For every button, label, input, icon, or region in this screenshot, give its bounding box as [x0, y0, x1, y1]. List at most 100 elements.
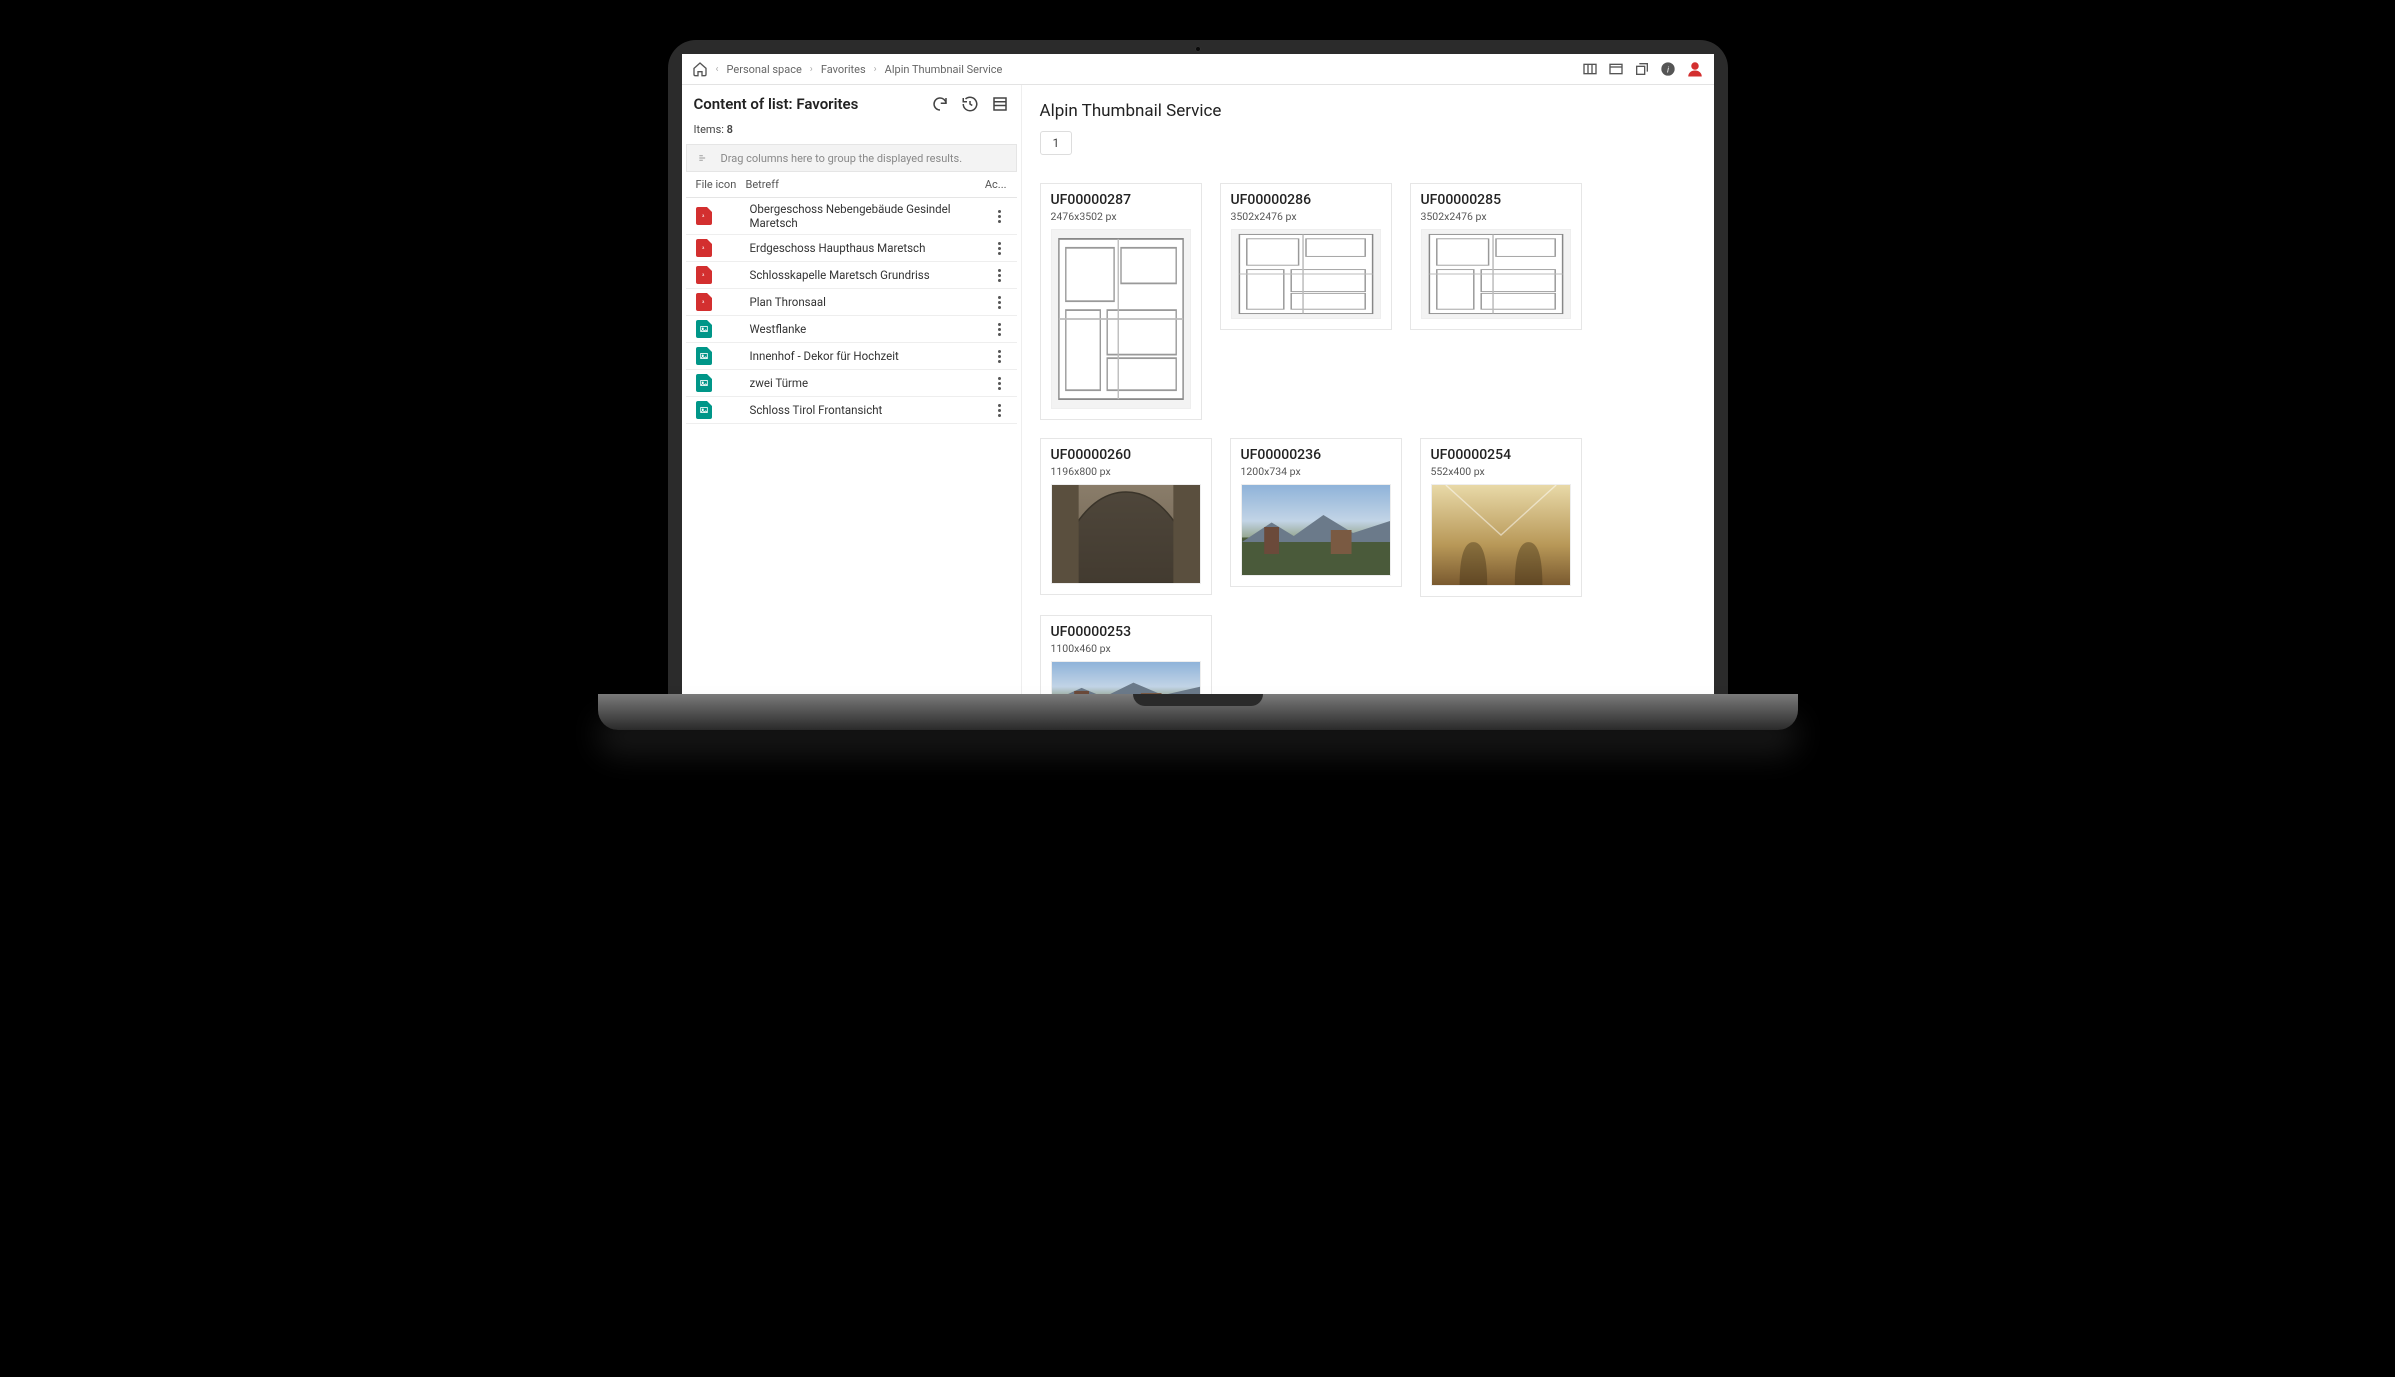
thumbnail-image [1051, 484, 1201, 584]
table-row[interactable]: Schloss Tirol Frontansicht [686, 397, 1017, 424]
group-by-bar[interactable]: Drag columns here to group the displayed… [686, 144, 1017, 172]
main-split: Content of list: Favorites Items: 8 Drag… [682, 85, 1714, 694]
refresh-icon[interactable] [931, 95, 949, 113]
row-actions-icon[interactable] [993, 269, 1007, 282]
history-icon[interactable] [961, 95, 979, 113]
card-dimensions: 3502x2476 px [1231, 210, 1381, 223]
row-name: Westflanke [746, 322, 973, 336]
table-header: File icon Betreff Ac... [686, 172, 1017, 198]
table-row[interactable]: λ Plan Thronsaal [686, 289, 1017, 316]
thumbnail-image [1421, 229, 1571, 319]
row-actions-icon[interactable] [993, 242, 1007, 255]
list-title: Content of list: Favorites [694, 95, 859, 113]
card-dimensions: 552x400 px [1431, 465, 1571, 478]
thumbnail-image [1241, 484, 1391, 576]
svg-text:λ: λ [702, 273, 704, 277]
content-pane: Alpin Thumbnail Service 1 UF00000287 2476… [1022, 85, 1714, 694]
row-name: zwei Türme [746, 376, 973, 390]
row-name: Erdgeschoss Haupthaus Maretsch [746, 241, 973, 255]
card-id: UF00000253 [1051, 624, 1201, 640]
table-row[interactable]: zwei Türme [686, 370, 1017, 397]
col-file-icon[interactable]: File icon [696, 178, 746, 191]
thumbnail-card[interactable]: UF00000260 1196x800 px [1040, 438, 1212, 595]
group-hint-text: Drag columns here to group the displayed… [721, 152, 963, 165]
col-subject[interactable]: Betreff [746, 178, 973, 191]
row-actions-icon[interactable] [993, 210, 1007, 223]
pdf-file-icon: λ [696, 266, 712, 284]
sidebar-tools [931, 95, 1009, 113]
pdf-file-icon: λ [696, 293, 712, 311]
columns-icon[interactable] [1582, 61, 1598, 77]
row-name: Schlosskapelle Maretsch Grundriss [746, 268, 973, 282]
card-id: UF00000254 [1431, 447, 1571, 463]
image-file-icon [696, 374, 712, 392]
pdf-file-icon: λ [696, 207, 712, 225]
thumbnail-grid: UF00000287 2476x3502 px UF00000286 3502x247… [1040, 183, 1696, 694]
thumbnail-card[interactable]: UF00000285 3502x2476 px [1410, 183, 1582, 330]
card-dimensions: 3502x2476 px [1421, 210, 1571, 223]
thumbnail-image [1431, 484, 1571, 586]
thumbnail-image [1231, 229, 1381, 319]
table-row[interactable]: λ Erdgeschoss Haupthaus Maretsch [686, 235, 1017, 262]
items-count: Items: 8 [682, 119, 1021, 144]
home-icon[interactable] [692, 61, 708, 77]
table-row[interactable]: λ Obergeschoss Nebengebäude Gesindel Mare… [686, 198, 1017, 235]
card-dimensions: 2476x3502 px [1051, 210, 1191, 223]
panel-icon[interactable] [1608, 61, 1624, 77]
card-dimensions: 1100x460 px [1051, 642, 1201, 655]
topbar-actions: i [1582, 60, 1704, 78]
laptop-frame: ‹ Personal space › Favorites › Alpin Thu… [668, 40, 1728, 694]
card-id: UF00000285 [1421, 192, 1571, 208]
thumbnail-card[interactable]: UF00000253 1100x460 px [1040, 615, 1212, 694]
table-row[interactable]: λ Schlosskapelle Maretsch Grundriss [686, 262, 1017, 289]
row-name: Plan Thronsaal [746, 295, 973, 309]
laptop-base [598, 694, 1798, 730]
sidebar-header: Content of list: Favorites [682, 85, 1021, 119]
svg-text:λ: λ [702, 246, 704, 250]
card-dimensions: 1196x800 px [1051, 465, 1201, 478]
svg-text:λ: λ [702, 214, 704, 218]
row-actions-icon[interactable] [993, 323, 1007, 336]
topbar: ‹ Personal space › Favorites › Alpin Thu… [682, 54, 1714, 85]
camera-dot [1195, 46, 1201, 52]
row-name: Obergeschoss Nebengebäude Gesindel Maret… [746, 202, 973, 230]
thumbnail-card[interactable]: UF00000254 552x400 px [1420, 438, 1582, 597]
sidebar: Content of list: Favorites Items: 8 Drag… [682, 85, 1022, 694]
user-avatar-icon[interactable] [1686, 60, 1704, 78]
table-rows: λ Obergeschoss Nebengebäude Gesindel Mare… [686, 198, 1017, 424]
popout-icon[interactable] [1634, 61, 1650, 77]
card-dimensions: 1200x734 px [1241, 465, 1391, 478]
row-name: Schloss Tirol Frontansicht [746, 403, 973, 417]
breadcrumb-item[interactable]: Alpin Thumbnail Service [885, 63, 1003, 76]
table-row[interactable]: Westflanke [686, 316, 1017, 343]
card-id: UF00000286 [1231, 192, 1381, 208]
page-button[interactable]: 1 [1040, 131, 1073, 155]
thumbnail-card[interactable]: UF00000236 1200x734 px [1230, 438, 1402, 587]
breadcrumb-item[interactable]: Favorites [821, 63, 866, 76]
card-id: UF00000287 [1051, 192, 1191, 208]
image-file-icon [696, 401, 712, 419]
card-id: UF00000260 [1051, 447, 1201, 463]
app-screen: ‹ Personal space › Favorites › Alpin Thu… [682, 54, 1714, 694]
table-row[interactable]: Innenhof - Dekor für Hochzeit [686, 343, 1017, 370]
row-actions-icon[interactable] [993, 377, 1007, 390]
row-actions-icon[interactable] [993, 404, 1007, 417]
card-id: UF00000236 [1241, 447, 1391, 463]
thumbnail-card[interactable]: UF00000287 2476x3502 px [1040, 183, 1202, 420]
row-name: Innenhof - Dekor für Hochzeit [746, 349, 973, 363]
thumbnail-image [1051, 661, 1201, 694]
pdf-file-icon: λ [696, 239, 712, 257]
row-actions-icon[interactable] [993, 350, 1007, 363]
col-actions[interactable]: Ac... [973, 178, 1007, 191]
thumbnail-card[interactable]: UF00000286 3502x2476 px [1220, 183, 1392, 330]
breadcrumb: ‹ Personal space › Favorites › Alpin Thu… [692, 61, 1003, 77]
breadcrumb-item[interactable]: Personal space [727, 63, 802, 76]
breadcrumb-back[interactable]: ‹ [716, 64, 719, 75]
info-icon[interactable]: i [1660, 61, 1676, 77]
row-actions-icon[interactable] [993, 296, 1007, 309]
list-view-icon[interactable] [991, 95, 1009, 113]
content-title: Alpin Thumbnail Service [1040, 101, 1696, 121]
image-file-icon [696, 320, 712, 338]
svg-text:λ: λ [702, 300, 704, 304]
thumbnail-image [1051, 229, 1191, 409]
